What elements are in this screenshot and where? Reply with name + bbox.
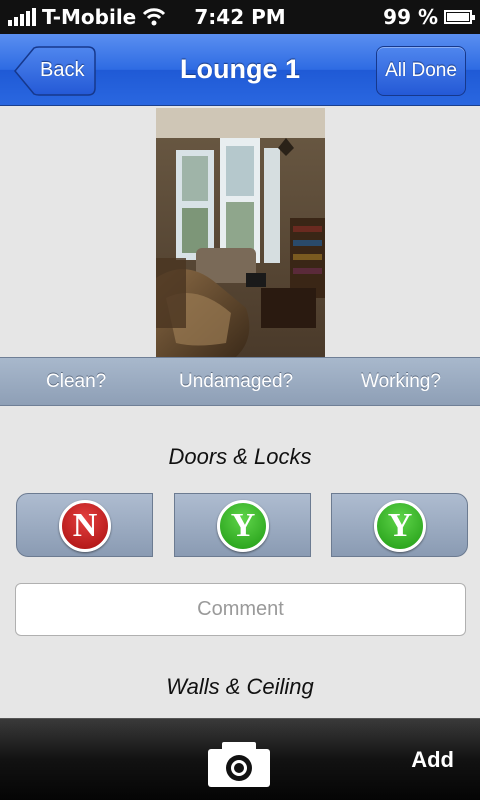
section-title-walls-ceiling: Walls & Ceiling	[166, 674, 314, 699]
battery-percent: 99 %	[383, 5, 438, 29]
criteria-header-bar: Clean? Undamaged? Working?	[0, 357, 480, 406]
room-photo-image	[156, 108, 325, 357]
answer-yes-badge: Y	[374, 500, 426, 552]
battery-icon	[444, 10, 475, 24]
toggle-clean[interactable]: N	[16, 493, 153, 557]
answer-no-badge: N	[59, 500, 111, 552]
add-button[interactable]: Add	[411, 747, 454, 773]
column-working: Working?	[361, 371, 441, 392]
camera-icon	[208, 742, 270, 787]
column-clean: Clean?	[46, 371, 107, 392]
toggle-working[interactable]: Y	[331, 493, 468, 557]
navigation-bar: Back Lounge 1 All Done	[0, 34, 480, 106]
all-done-button[interactable]: All Done	[376, 46, 466, 96]
section-title-doors-locks: Doors & Locks	[168, 444, 312, 469]
column-undamaged: Undamaged?	[179, 371, 294, 392]
status-bar: T-Mobile 7:42 PM 99 %	[0, 0, 480, 34]
comment-field[interactable]: Comment	[15, 583, 466, 636]
toggle-undamaged[interactable]: Y	[174, 493, 311, 557]
answer-yes-badge: Y	[217, 500, 269, 552]
room-photo[interactable]	[156, 108, 325, 357]
bottom-toolbar: Add	[0, 718, 480, 800]
battery-area: 99 %	[383, 5, 475, 29]
camera-button[interactable]	[206, 739, 272, 789]
